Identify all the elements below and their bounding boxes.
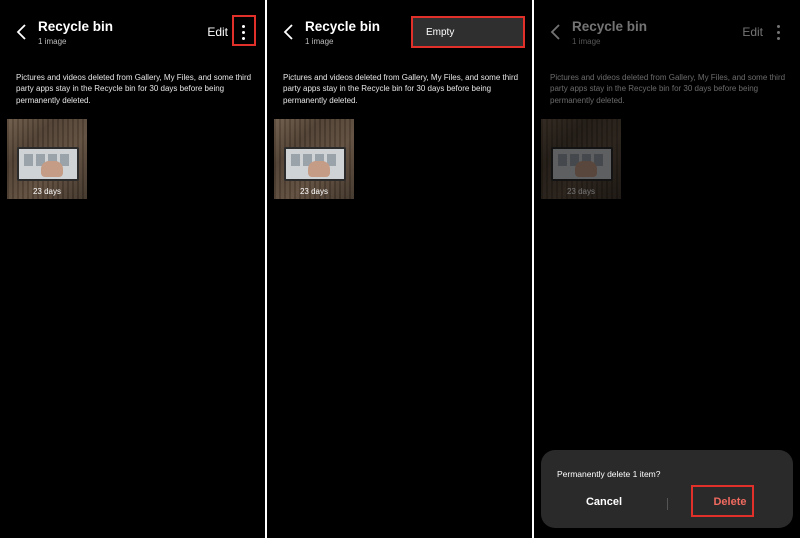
photo-preview [17, 147, 79, 181]
panel-separator [265, 0, 267, 538]
page-title: Recycle bin [305, 19, 381, 34]
screen-delete-confirmation: Recycle bin 1 image Edit Pictures and vi… [534, 0, 800, 538]
chevron-left-icon[interactable] [281, 22, 297, 42]
item-count: 1 image [305, 37, 334, 46]
screen-recycle-bin-menu: Recycle bin 1 image Empty Pictures and v… [267, 0, 532, 538]
photo-preview [284, 147, 346, 181]
chevron-left-icon[interactable] [14, 22, 30, 42]
days-remaining: 23 days [299, 187, 329, 196]
delete-button-highlight [691, 485, 754, 517]
more-button-highlight [232, 15, 256, 46]
edit-button[interactable]: Edit [207, 25, 228, 39]
recycle-bin-description: Pictures and videos deleted from Gallery… [16, 73, 252, 105]
delete-confirmation-dialog: Permanently delete 1 item? Cancel Delete [541, 450, 793, 528]
item-count: 1 image [38, 37, 67, 46]
recycle-bin-description: Pictures and videos deleted from Gallery… [283, 73, 519, 105]
deleted-image-thumbnail[interactable]: 23 days [7, 119, 87, 199]
empty-option-highlight [411, 16, 525, 48]
panel-separator [532, 0, 534, 538]
cancel-button[interactable]: Cancel [541, 496, 667, 508]
page-title: Recycle bin [38, 19, 114, 34]
dialog-message: Permanently delete 1 item? [557, 469, 661, 479]
deleted-image-thumbnail[interactable]: 23 days [274, 119, 354, 199]
screen-recycle-bin: Recycle bin 1 image Edit Pictures and vi… [0, 0, 265, 538]
days-remaining: 23 days [32, 187, 62, 196]
